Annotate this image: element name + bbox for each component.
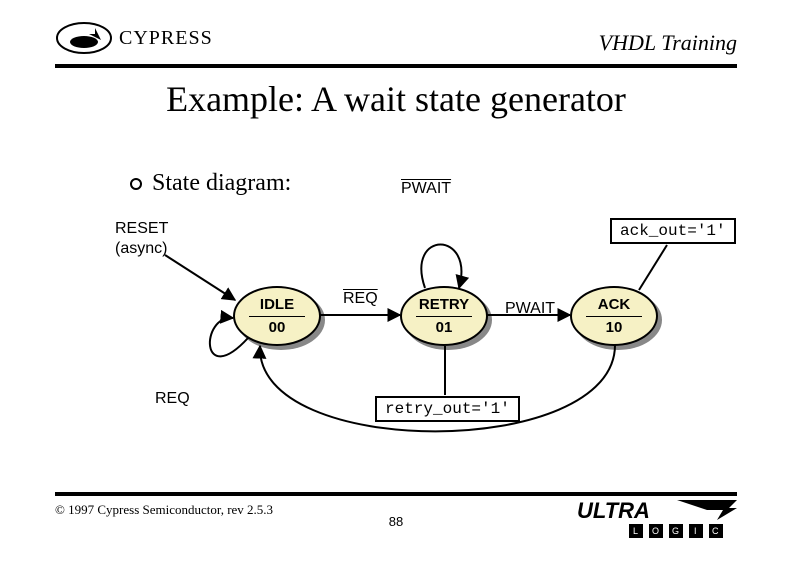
- state-ack-code: 10: [606, 319, 623, 336]
- cypress-logo-text: CYPRESS: [119, 27, 213, 50]
- svg-text:C: C: [712, 526, 719, 536]
- slide-page: CYPRESS VHDL Training Example: A wait st…: [0, 0, 792, 562]
- state-retry-code: 01: [436, 319, 453, 336]
- label-req-neg: REQ: [343, 290, 378, 308]
- label-pwait: PWAIT: [505, 300, 555, 318]
- header-title: VHDL Training: [599, 30, 737, 56]
- footer-divider: [55, 492, 737, 496]
- output-retry-box: retry_out='1': [375, 396, 520, 422]
- label-pwait-neg: PWAIT: [401, 180, 451, 198]
- svg-text:G: G: [672, 526, 679, 536]
- cypress-logo-icon: [55, 20, 113, 56]
- header-divider: [55, 64, 737, 68]
- page-number: 88: [389, 514, 403, 529]
- ultra-text: ULTRA: [577, 498, 650, 523]
- svg-text:I: I: [694, 526, 697, 536]
- state-ack-name: ACK: [598, 297, 631, 312]
- state-retry-name: RETRY: [419, 297, 469, 312]
- svg-text:O: O: [652, 526, 659, 536]
- output-ack-box: ack_out='1': [610, 218, 736, 244]
- state-retry: RETRY 01: [400, 286, 488, 346]
- svg-text:L: L: [633, 526, 638, 536]
- ultra-logic-logo: ULTRA L O G I C: [577, 498, 737, 545]
- header: CYPRESS VHDL Training: [55, 20, 737, 70]
- label-async: (async): [115, 240, 167, 258]
- slide-title: Example: A wait state generator: [0, 78, 792, 120]
- label-req: REQ: [155, 390, 190, 408]
- state-diagram: PWAIT RESET (async) REQ PWAIT REQ ack_ou…: [55, 160, 737, 472]
- state-idle-code: 00: [269, 319, 286, 336]
- state-idle: IDLE 00: [233, 286, 321, 346]
- copyright-text: © 1997 Cypress Semiconductor, rev 2.5.3: [55, 502, 273, 518]
- cypress-logo: CYPRESS: [55, 20, 213, 56]
- label-reset: RESET: [115, 220, 168, 238]
- footer: © 1997 Cypress Semiconductor, rev 2.5.3 …: [55, 492, 737, 542]
- state-idle-name: IDLE: [260, 297, 294, 312]
- state-ack: ACK 10: [570, 286, 658, 346]
